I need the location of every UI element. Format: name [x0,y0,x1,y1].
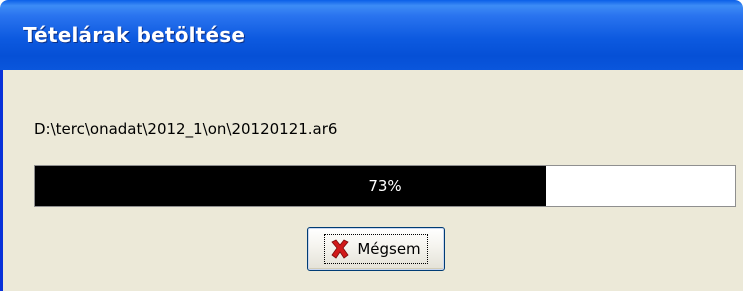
file-path-label: D:\terc\onadat\2012_1\on\20120121.ar6 [34,120,338,138]
window-title: Tételárak betöltése [23,23,246,47]
cancel-button-focus-rect: Mégsem [324,234,428,264]
dialog-window: Tételárak betöltése D:\terc\onadat\2012_… [0,0,743,291]
progress-bar: 73% [34,165,736,207]
cancel-x-icon [329,238,351,260]
cancel-button-label: Mégsem [357,240,421,258]
title-bar[interactable]: Tételárak betöltése [0,0,743,70]
progress-percent-label: 73% [368,177,402,195]
cancel-button[interactable]: Mégsem [307,227,445,271]
